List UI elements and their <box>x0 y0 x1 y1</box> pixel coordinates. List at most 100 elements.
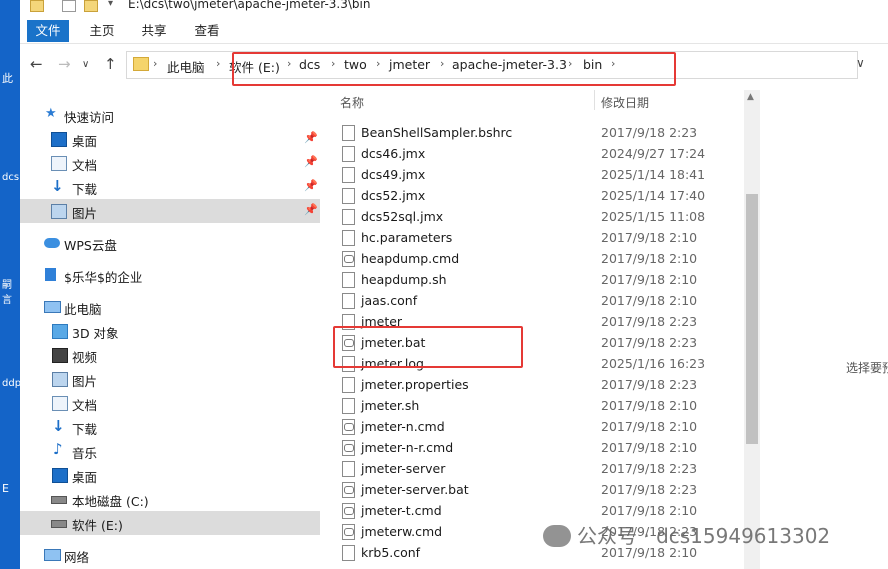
desktop-background: 此 dcs 嗣言 ddp E <box>0 0 21 569</box>
computer-icon <box>44 301 61 313</box>
scrollbar-thumb[interactable] <box>746 194 758 444</box>
file-icon <box>342 146 355 162</box>
sidebar-item-wps-cloud[interactable]: WPS云盘 <box>20 231 320 255</box>
sidebar-item-3d-objects[interactable]: 3D 对象 <box>20 319 320 343</box>
checkmark-icon[interactable] <box>62 0 76 12</box>
sidebar-item-videos[interactable]: 视频 <box>20 343 320 367</box>
forward-arrow-icon[interactable]: → <box>58 55 71 73</box>
sidebar-item-desktop[interactable]: 桌面 📌 <box>20 127 320 151</box>
file-name: dcs49.jmx <box>361 167 426 182</box>
file-row[interactable]: jmeter.sh 2017/9/18 2:10 <box>330 396 740 417</box>
breadcrumb-separator[interactable]: › <box>216 57 220 70</box>
watermark: 公众号 · dcs15949613302 <box>543 520 830 549</box>
tab-view[interactable]: 查看 <box>187 20 227 42</box>
file-icon <box>342 125 355 141</box>
sidebar-item-pictures[interactable]: 图片 📌 <box>20 199 320 223</box>
tab-home[interactable]: 主页 <box>82 20 122 42</box>
pin-icon[interactable]: 📌 <box>304 203 318 216</box>
pin-icon[interactable]: 📌 <box>304 179 318 192</box>
script-file-icon <box>342 524 355 540</box>
sidebar-item-label: 视频 <box>72 350 98 365</box>
file-row[interactable]: jmeter-t.cmd 2017/9/18 2:10 <box>330 501 740 522</box>
file-date: 2017/9/18 2:10 <box>601 272 698 287</box>
sidebar-item-drive-e[interactable]: 软件 (E:) <box>20 511 320 535</box>
sidebar-item-label: 软件 (E:) <box>72 518 123 533</box>
sidebar-item-pictures-pc[interactable]: 图片 <box>20 367 320 391</box>
file-name: jmeter.properties <box>361 377 469 392</box>
file-icon <box>342 188 355 204</box>
file-row[interactable]: jmeter-server 2017/9/18 2:23 <box>330 459 740 480</box>
folder-icon <box>133 57 149 71</box>
file-name: dcs52.jmx <box>361 188 426 203</box>
document-icon <box>52 396 68 411</box>
file-row[interactable]: dcs52sql.jmx 2025/1/15 11:08 <box>330 207 740 228</box>
column-header-name[interactable]: 名称 <box>340 94 364 111</box>
file-name: dcs46.jmx <box>361 146 426 161</box>
sidebar-item-enterprise[interactable]: $乐华$的企业 <box>20 263 320 287</box>
file-row[interactable]: jaas.conf 2017/9/18 2:10 <box>330 291 740 312</box>
file-date: 2025/1/16 16:23 <box>601 356 706 371</box>
script-file-icon <box>342 482 355 498</box>
vertical-scrollbar[interactable]: ▲ <box>744 90 760 569</box>
file-name: heapdump.cmd <box>361 251 460 266</box>
ribbon: 文件 主页 共享 查看 <box>20 18 888 44</box>
sidebar-item-label: 本地磁盘 (C:) <box>72 494 149 509</box>
recent-locations-icon[interactable]: ∨ <box>82 59 89 70</box>
tab-share[interactable]: 共享 <box>134 20 174 42</box>
sidebar-item-label: 图片 <box>72 374 98 389</box>
back-arrow-icon[interactable]: ← <box>30 55 43 73</box>
star-icon: ★ <box>45 106 57 121</box>
file-row[interactable]: dcs49.jmx 2025/1/14 18:41 <box>330 165 740 186</box>
file-name: jmeter-n.cmd <box>361 419 445 434</box>
sidebar-item-documents-pc[interactable]: 文档 <box>20 391 320 415</box>
sidebar-item-downloads[interactable]: ↓ 下载 📌 <box>20 175 320 199</box>
new-folder-icon[interactable] <box>84 0 98 12</box>
file-row[interactable]: heapdump.cmd 2017/9/18 2:10 <box>330 249 740 270</box>
file-name: jaas.conf <box>361 293 418 308</box>
file-name: krb5.conf <box>361 545 421 560</box>
sidebar-item-label: 文档 <box>72 158 98 173</box>
file-row[interactable]: heapdump.sh 2017/9/18 2:10 <box>330 270 740 291</box>
sidebar-item-label: 下载 <box>72 182 98 197</box>
pin-icon[interactable]: 📌 <box>304 131 318 144</box>
breadcrumb-separator[interactable]: › <box>153 57 157 70</box>
up-arrow-icon[interactable]: ↑ <box>104 55 117 73</box>
folder-icon <box>30 0 44 12</box>
sidebar-item-documents[interactable]: 文档 📌 <box>20 151 320 175</box>
pin-icon[interactable]: 📌 <box>304 155 318 168</box>
file-date: 2017/9/18 2:23 <box>601 482 698 497</box>
sidebar-item-label: 图片 <box>72 206 98 221</box>
file-date: 2017/9/18 2:23 <box>601 335 698 350</box>
file-row[interactable]: BeanShellSampler.bshrc 2017/9/18 2:23 <box>330 123 740 144</box>
picture-icon <box>52 372 68 387</box>
download-icon: ↓ <box>51 177 64 195</box>
column-header-date[interactable]: 修改日期 <box>601 94 649 111</box>
address-dropdown-icon[interactable]: ∨ <box>856 56 865 70</box>
sidebar-item-drive-c[interactable]: 本地磁盘 (C:) <box>20 487 320 511</box>
sidebar-item-this-pc[interactable]: 此电脑 <box>20 295 320 319</box>
desktop-icon <box>51 132 67 147</box>
sidebar-item-downloads-pc[interactable]: ↓ 下载 <box>20 415 320 439</box>
file-row[interactable]: jmeter-server.bat 2017/9/18 2:23 <box>330 480 740 501</box>
file-row[interactable]: dcs52.jmx 2025/1/14 17:40 <box>330 186 740 207</box>
column-divider[interactable] <box>594 90 595 110</box>
sidebar-item-music[interactable]: ♪ 音乐 <box>20 439 320 463</box>
download-icon: ↓ <box>52 417 65 435</box>
sidebar-item-desktop-pc[interactable]: 桌面 <box>20 463 320 487</box>
file-date: 2017/9/18 2:10 <box>601 398 698 413</box>
scroll-up-icon[interactable]: ▲ <box>747 92 754 102</box>
file-row[interactable]: jmeter-n-r.cmd 2017/9/18 2:10 <box>330 438 740 459</box>
document-icon <box>51 156 67 171</box>
file-icon <box>342 167 355 183</box>
file-row[interactable]: dcs46.jmx 2024/9/27 17:24 <box>330 144 740 165</box>
sidebar-item-network[interactable]: 网络 <box>20 543 320 567</box>
file-name: jmeter-server <box>361 461 446 476</box>
sidebar-item-label: 3D 对象 <box>72 326 119 341</box>
file-row[interactable]: jmeter-n.cmd 2017/9/18 2:10 <box>330 417 740 438</box>
sidebar-item-quick-access[interactable]: ★ 快速访问 <box>20 103 320 127</box>
file-row[interactable]: hc.parameters 2017/9/18 2:10 <box>330 228 740 249</box>
breadcrumb-this-pc[interactable]: 此电脑 <box>167 57 205 76</box>
tab-file[interactable]: 文件 <box>27 20 69 42</box>
chevron-down-icon[interactable]: ▾ <box>108 0 113 9</box>
file-row[interactable]: jmeter.properties 2017/9/18 2:23 <box>330 375 740 396</box>
